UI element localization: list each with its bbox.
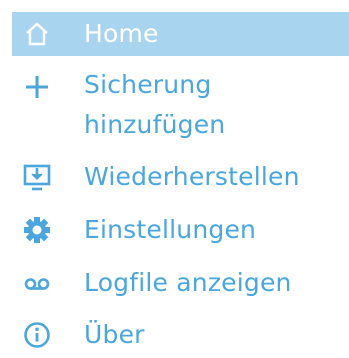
- menu-item-label: Einstellungen: [84, 215, 257, 244]
- home-icon: [22, 19, 52, 49]
- menu-item-label: Home: [84, 19, 159, 48]
- gear-icon: [22, 215, 52, 245]
- menu-item-about[interactable]: Über: [12, 312, 349, 358]
- plus-icon: [22, 72, 52, 102]
- menu-item-settings[interactable]: Einstellungen: [12, 207, 349, 253]
- menu-item-show-logfile[interactable]: Logfile anzeigen: [12, 260, 349, 306]
- menu-item-home[interactable]: Home: [12, 12, 349, 56]
- sidebar-menu: Home Sicherung hinzufügen Wiederherstell…: [0, 0, 349, 351]
- menu-item-label: Wiederherstellen: [84, 162, 300, 191]
- menu-item-label-line2: hinzufügen: [84, 110, 226, 139]
- menu-item-add-backup[interactable]: Sicherung hinzufügen: [12, 62, 349, 146]
- menu-item-label: Logfile anzeigen: [84, 268, 292, 297]
- menu-item-restore[interactable]: Wiederherstellen: [12, 154, 349, 200]
- menu-item-label: Über: [84, 320, 145, 349]
- monitor-download-icon: [22, 162, 52, 192]
- voicemail-icon: [22, 268, 52, 298]
- info-icon: [22, 320, 52, 350]
